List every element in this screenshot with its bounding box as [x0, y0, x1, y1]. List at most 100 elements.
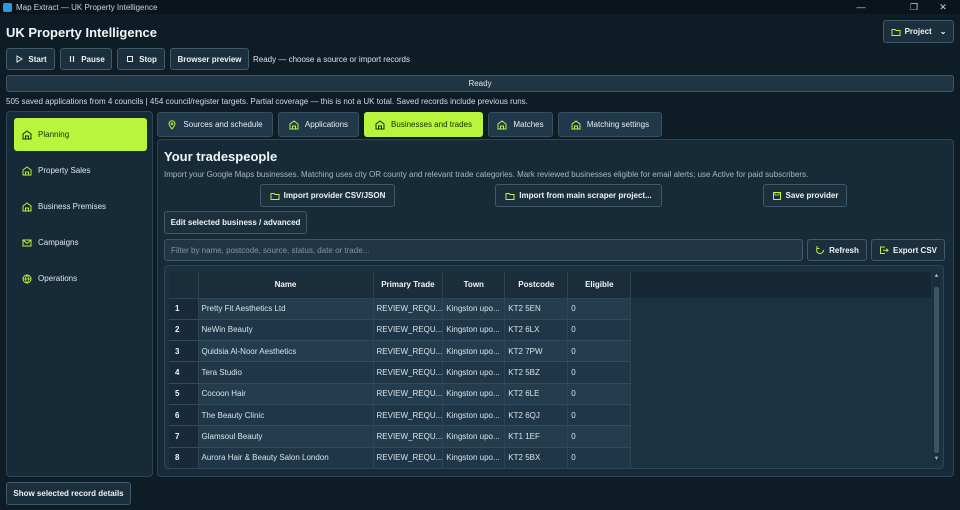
- sidebar-item-label: Operations: [38, 274, 78, 283]
- minimize-icon[interactable]: —: [850, 0, 872, 14]
- start-label: Start: [28, 54, 47, 64]
- tab-matches[interactable]: Matches: [488, 112, 553, 137]
- pause-button[interactable]: Pause: [60, 48, 112, 70]
- filter-input[interactable]: [164, 239, 803, 261]
- cell-name[interactable]: Pretty Fit Aesthetics Ltd: [198, 298, 374, 320]
- cell-name[interactable]: The Beauty Clinic: [198, 404, 374, 427]
- table-row[interactable]: 8 Aurora Hair & Beauty Salon London REVI…: [169, 447, 632, 468]
- export-csv-button[interactable]: Export CSV: [871, 239, 945, 261]
- cell-town[interactable]: Kingston upo...: [442, 425, 506, 448]
- tab-applications[interactable]: Applications: [278, 112, 359, 137]
- cell-eligible[interactable]: 0: [567, 319, 632, 342]
- tab-matching-settings[interactable]: Matching settings: [558, 112, 662, 137]
- sidebar-item-planning[interactable]: Planning: [14, 118, 147, 151]
- tab-businesses-and-trades[interactable]: Businesses and trades: [364, 112, 483, 137]
- scrollbar-thumb[interactable]: [934, 287, 939, 453]
- table-row[interactable]: 7 Glamsoul Beauty REVIEW_REQU... Kingsto…: [169, 425, 632, 448]
- table-row[interactable]: 3 Quidsia Al-Noor Aesthetics REVIEW_REQU…: [169, 340, 632, 363]
- cell-name[interactable]: Aurora Hair & Beauty Salon London: [198, 447, 374, 468]
- cell-postcode[interactable]: KT2 5BX: [504, 447, 569, 468]
- stop-button[interactable]: Stop: [117, 48, 165, 70]
- building-icon: [289, 119, 299, 129]
- row-number: 2: [169, 319, 199, 342]
- cell-trade[interactable]: REVIEW_REQU...: [373, 447, 444, 468]
- scroll-down-icon[interactable]: ▼: [933, 456, 940, 463]
- cell-town[interactable]: Kingston upo...: [442, 340, 506, 363]
- cell-eligible[interactable]: 0: [567, 447, 632, 468]
- column-header-eligible[interactable]: Eligible: [567, 272, 632, 299]
- cell-trade[interactable]: REVIEW_REQU...: [373, 298, 444, 320]
- cell-town[interactable]: Kingston upo...: [442, 298, 506, 320]
- building-icon: [375, 119, 385, 129]
- cell-eligible[interactable]: 0: [567, 404, 632, 427]
- tab-label: Matches: [513, 120, 544, 129]
- maximize-icon[interactable]: ❐: [903, 0, 925, 14]
- cell-town[interactable]: Kingston upo...: [442, 404, 506, 427]
- app-icon: [3, 2, 12, 12]
- cell-trade[interactable]: REVIEW_REQU...: [373, 404, 444, 427]
- cell-trade[interactable]: REVIEW_REQU...: [373, 319, 444, 342]
- cell-name[interactable]: Tera Studio: [198, 361, 374, 384]
- show-details-button[interactable]: Show selected record details: [6, 482, 131, 505]
- table-row[interactable]: 4 Tera Studio REVIEW_REQU... Kingston up…: [169, 361, 632, 384]
- scroll-up-icon[interactable]: ▲: [933, 273, 940, 280]
- refresh-icon: [816, 246, 825, 254]
- table-row[interactable]: 5 Cocoon Hair REVIEW_REQU... Kingston up…: [169, 383, 632, 405]
- table-row[interactable]: 1 Pretty Fit Aesthetics Ltd REVIEW_REQU.…: [169, 298, 632, 320]
- cell-postcode[interactable]: KT2 6QJ: [504, 404, 569, 427]
- cell-eligible[interactable]: 0: [567, 298, 632, 320]
- cell-postcode[interactable]: KT1 1EF: [504, 425, 569, 448]
- import-scraper-button[interactable]: Import from main scraper project...: [495, 184, 662, 207]
- table-row[interactable]: 2 NeWin Beauty REVIEW_REQU... Kingston u…: [169, 319, 632, 342]
- play-icon: [16, 55, 24, 63]
- cell-name[interactable]: NeWin Beauty: [198, 319, 374, 342]
- edit-selected-button[interactable]: Edit selected business / advanced: [164, 211, 307, 234]
- folder-icon: [891, 28, 901, 36]
- table-row[interactable]: 6 The Beauty Clinic REVIEW_REQU... Kings…: [169, 404, 632, 427]
- sidebar: Planning Property Sales Business Premise…: [6, 111, 153, 477]
- cell-eligible[interactable]: 0: [567, 425, 632, 448]
- import-csv-button[interactable]: Import provider CSV/JSON: [260, 184, 395, 207]
- close-icon[interactable]: ✕: [932, 0, 954, 14]
- building-icon: [22, 129, 32, 139]
- column-header-name[interactable]: Name: [198, 272, 374, 299]
- row-number: 7: [169, 425, 199, 448]
- cell-trade[interactable]: REVIEW_REQU...: [373, 383, 444, 405]
- cell-trade[interactable]: REVIEW_REQU...: [373, 340, 444, 363]
- cell-trade[interactable]: REVIEW_REQU...: [373, 425, 444, 448]
- cell-name[interactable]: Cocoon Hair: [198, 383, 374, 405]
- sidebar-item-operations[interactable]: Operations: [14, 262, 147, 295]
- cell-postcode[interactable]: KT2 5BZ: [504, 361, 569, 384]
- table-scrollbar[interactable]: ▲ ▼: [933, 272, 940, 464]
- row-number: 5: [169, 383, 199, 405]
- cell-eligible[interactable]: 0: [567, 361, 632, 384]
- column-header-town[interactable]: Town: [442, 272, 506, 299]
- column-header-primary-trade[interactable]: Primary Trade: [373, 272, 444, 299]
- tab-label: Matching settings: [586, 120, 650, 129]
- save-provider-button[interactable]: Save provider: [763, 184, 847, 207]
- cell-town[interactable]: Kingston upo...: [442, 383, 506, 405]
- cell-eligible[interactable]: 0: [567, 383, 632, 405]
- cell-name[interactable]: Quidsia Al-Noor Aesthetics: [198, 340, 374, 363]
- row-number: 8: [169, 447, 199, 468]
- cell-postcode[interactable]: KT2 5EN: [504, 298, 569, 320]
- cell-postcode[interactable]: KT2 7PW: [504, 340, 569, 363]
- cell-postcode[interactable]: KT2 6LE: [504, 383, 569, 405]
- refresh-label: Refresh: [829, 245, 859, 255]
- project-dropdown[interactable]: Project ⌄: [883, 20, 954, 43]
- refresh-button[interactable]: Refresh: [807, 239, 867, 261]
- start-button[interactable]: Start: [6, 48, 55, 70]
- cell-town[interactable]: Kingston upo...: [442, 361, 506, 384]
- cell-trade[interactable]: REVIEW_REQU...: [373, 361, 444, 384]
- cell-name[interactable]: Glamsoul Beauty: [198, 425, 374, 448]
- cell-eligible[interactable]: 0: [567, 340, 632, 363]
- sidebar-item-business-premises[interactable]: Business Premises: [14, 190, 147, 223]
- tab-sources-and-schedule[interactable]: Sources and schedule: [157, 112, 273, 137]
- browser-preview-button[interactable]: Browser preview: [170, 48, 249, 70]
- cell-town[interactable]: Kingston upo...: [442, 447, 506, 468]
- cell-postcode[interactable]: KT2 6LX: [504, 319, 569, 342]
- column-header-postcode[interactable]: Postcode: [504, 272, 569, 299]
- cell-town[interactable]: Kingston upo...: [442, 319, 506, 342]
- sidebar-item-campaigns[interactable]: Campaigns: [14, 226, 147, 259]
- sidebar-item-property-sales[interactable]: Property Sales: [14, 154, 147, 187]
